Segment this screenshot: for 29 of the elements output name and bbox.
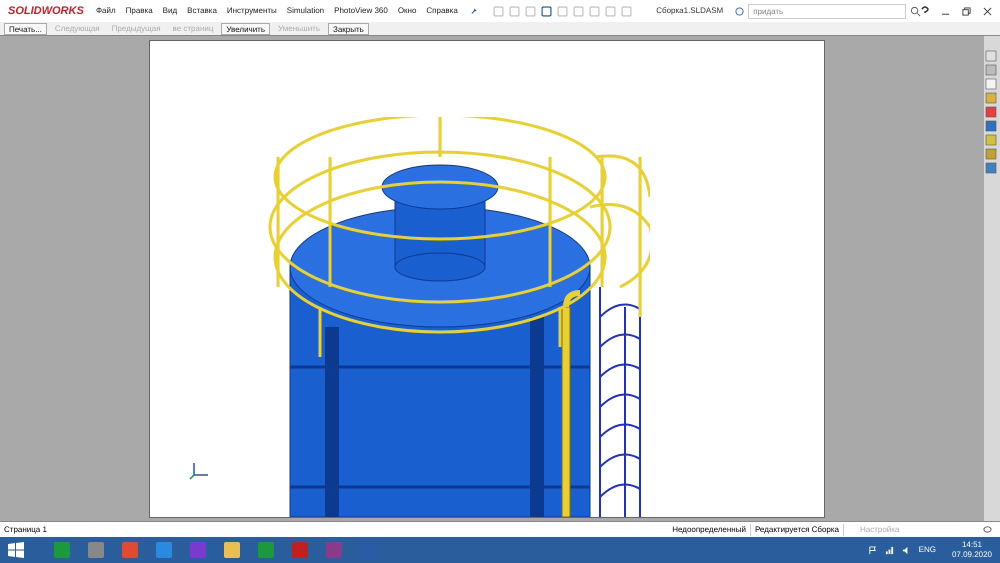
menu-item[interactable]: PhotoView 360 — [334, 5, 388, 17]
menu-item[interactable]: Правка — [126, 5, 153, 17]
windows-start-icon[interactable] — [8, 542, 24, 558]
network-icon[interactable] — [884, 546, 894, 554]
axis-triad-icon — [188, 461, 210, 481]
clock-time[interactable]: 14:51 — [962, 540, 982, 550]
language-indicator[interactable]: ENG — [918, 544, 936, 556]
restore-icon[interactable] — [962, 6, 971, 16]
menu-item[interactable]: Вид — [162, 5, 178, 17]
menu-item[interactable]: Инструменты — [226, 5, 277, 17]
menu-item[interactable]: Файл — [96, 5, 116, 17]
menu-item[interactable]: Вставка — [187, 5, 217, 17]
toolbar-button[interactable]: Печать... — [4, 22, 47, 34]
menu-item[interactable]: Simulation — [286, 5, 324, 17]
status-text: Недоопределенный — [671, 524, 747, 536]
search-icon[interactable] — [910, 6, 921, 16]
flag-icon[interactable] — [868, 546, 877, 554]
document-title: Сборка1.SLDASM — [656, 5, 724, 17]
app-logo: SOLIDWORKS — [7, 4, 84, 19]
close-icon[interactable] — [983, 6, 992, 16]
menu-item[interactable]: Окно — [398, 5, 416, 17]
toolbar-button[interactable]: Увеличить — [221, 22, 270, 34]
pin-icon[interactable] — [470, 6, 478, 16]
search-field[interactable]: придать — [748, 4, 906, 18]
menu-item[interactable]: Справка — [426, 5, 458, 17]
status-text: Редактируется Сборка — [750, 524, 843, 536]
clock-date[interactable]: 07.09.2020 — [952, 550, 992, 560]
page-number: Страница 1 — [3, 524, 47, 536]
toolbar-button[interactable]: Закрыть — [328, 22, 369, 34]
